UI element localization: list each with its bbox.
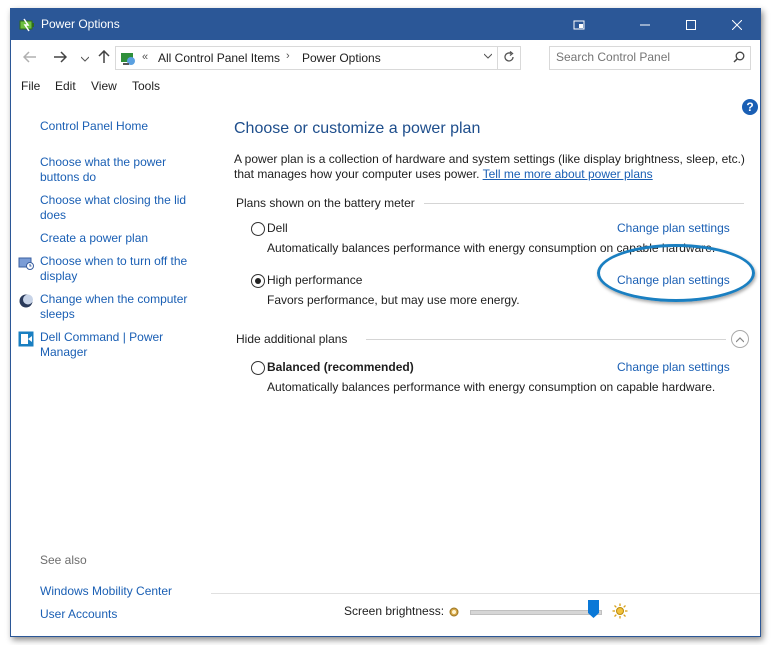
up-arrow-icon (98, 49, 110, 67)
chevron-up-icon (735, 332, 745, 346)
battery-meter-section-label: Plans shown on the battery meter (236, 196, 415, 210)
dell-power-icon (18, 331, 34, 347)
moon-icon (18, 293, 34, 309)
menu-bar: File Edit View Tools (11, 74, 760, 96)
monitor-clock-icon (18, 255, 34, 271)
snap-icon (573, 20, 585, 30)
back-arrow-icon (22, 50, 37, 66)
sidebar-item-dell-command[interactable]: Dell Command | Power Manager (40, 330, 195, 360)
plan-radio-balanced[interactable] (251, 361, 265, 375)
title-bar[interactable]: Power Options (11, 9, 760, 40)
plan-desc-high-performance: Favors performance, but may use more ene… (267, 293, 520, 307)
menu-tools[interactable]: Tools (132, 79, 160, 93)
address-bar[interactable]: « All Control Panel Items › Power Option… (115, 46, 521, 70)
breadcrumb-separator[interactable]: › (286, 50, 290, 62)
plan-radio-high-performance[interactable] (251, 274, 265, 288)
screen-brightness-label: Screen brightness: (344, 604, 445, 618)
menu-view[interactable]: View (91, 79, 117, 93)
plan-name-dell[interactable]: Dell (267, 221, 288, 235)
plan-name-balanced[interactable]: Balanced (recommended) (267, 360, 414, 374)
overflow-chevron[interactable]: « (142, 51, 148, 63)
maximize-icon (686, 19, 696, 30)
address-dropdown-icon[interactable] (483, 51, 493, 62)
recent-locations-button[interactable] (76, 49, 94, 67)
highlight-oval (597, 244, 755, 302)
control-panel-icon (119, 49, 137, 67)
window-title: Power Options (41, 17, 120, 31)
collapse-button[interactable] (731, 330, 749, 348)
address-row: « All Control Panel Items › Power Option… (11, 40, 760, 74)
help-icon[interactable]: ? (742, 99, 758, 115)
sidebar-item-power-buttons[interactable]: Choose what the power buttons do (40, 155, 180, 185)
snap-button[interactable] (556, 9, 602, 40)
power-options-icon (19, 17, 37, 33)
plan-desc-balanced: Automatically balances performance with … (267, 380, 716, 394)
brightness-slider-thumb[interactable] (588, 600, 599, 618)
bright-sun-icon (612, 603, 628, 622)
back-button[interactable] (21, 49, 39, 67)
sidebar-item-display-off[interactable]: Choose when to turn off the display (40, 254, 195, 284)
section-divider (424, 203, 744, 204)
forward-button[interactable] (51, 49, 69, 67)
minimize-icon (640, 20, 650, 30)
menu-file[interactable]: File (21, 79, 40, 93)
plan-name-high-performance[interactable]: High performance (267, 273, 362, 287)
brightness-slider-track[interactable] (470, 610, 602, 615)
brightness-footer: Screen brightness: (211, 593, 760, 636)
close-button[interactable] (714, 9, 760, 40)
breadcrumb-power-options[interactable]: Power Options (302, 51, 381, 65)
plan-radio-dell[interactable] (251, 222, 265, 236)
change-plan-settings-dell[interactable]: Change plan settings (617, 221, 730, 235)
refresh-button[interactable] (497, 47, 520, 69)
refresh-icon (503, 50, 515, 66)
maximize-button[interactable] (668, 9, 714, 40)
sidebar-item-computer-sleeps[interactable]: Change when the computer sleeps (40, 292, 195, 322)
menu-edit[interactable]: Edit (55, 79, 76, 93)
close-icon (732, 19, 742, 30)
page-description: A power plan is a collection of hardware… (234, 152, 754, 182)
search-icon[interactable] (733, 51, 745, 66)
section-divider (366, 339, 726, 340)
see-also-mobility-center[interactable]: Windows Mobility Center (40, 584, 172, 599)
breadcrumb-all-items[interactable]: All Control Panel Items (158, 51, 280, 65)
chevron-down-icon (80, 51, 90, 65)
sidebar-item-create-plan[interactable]: Create a power plan (40, 231, 148, 246)
search-box[interactable] (549, 46, 751, 70)
see-also-user-accounts[interactable]: User Accounts (40, 607, 117, 622)
dim-sun-icon (448, 606, 460, 621)
sidebar: Control Panel Home Choose what the power… (11, 96, 211, 636)
change-plan-settings-balanced[interactable]: Change plan settings (617, 360, 730, 374)
search-input[interactable] (556, 50, 716, 64)
tell-me-more-link[interactable]: Tell me more about power plans (483, 167, 653, 181)
control-panel-home-link[interactable]: Control Panel Home (40, 119, 148, 134)
minimize-button[interactable] (622, 9, 668, 40)
sidebar-item-closing-lid[interactable]: Choose what closing the lid does (40, 193, 190, 223)
power-options-window: Power Options « All Control Panel Items … (10, 8, 761, 637)
see-also-label: See also (40, 553, 87, 567)
hide-additional-plans-label[interactable]: Hide additional plans (236, 332, 347, 348)
forward-arrow-icon (53, 50, 68, 66)
page-title: Choose or customize a power plan (234, 120, 481, 137)
up-button[interactable] (95, 49, 113, 67)
main-content: ? Choose or customize a power plan A pow… (211, 96, 760, 636)
